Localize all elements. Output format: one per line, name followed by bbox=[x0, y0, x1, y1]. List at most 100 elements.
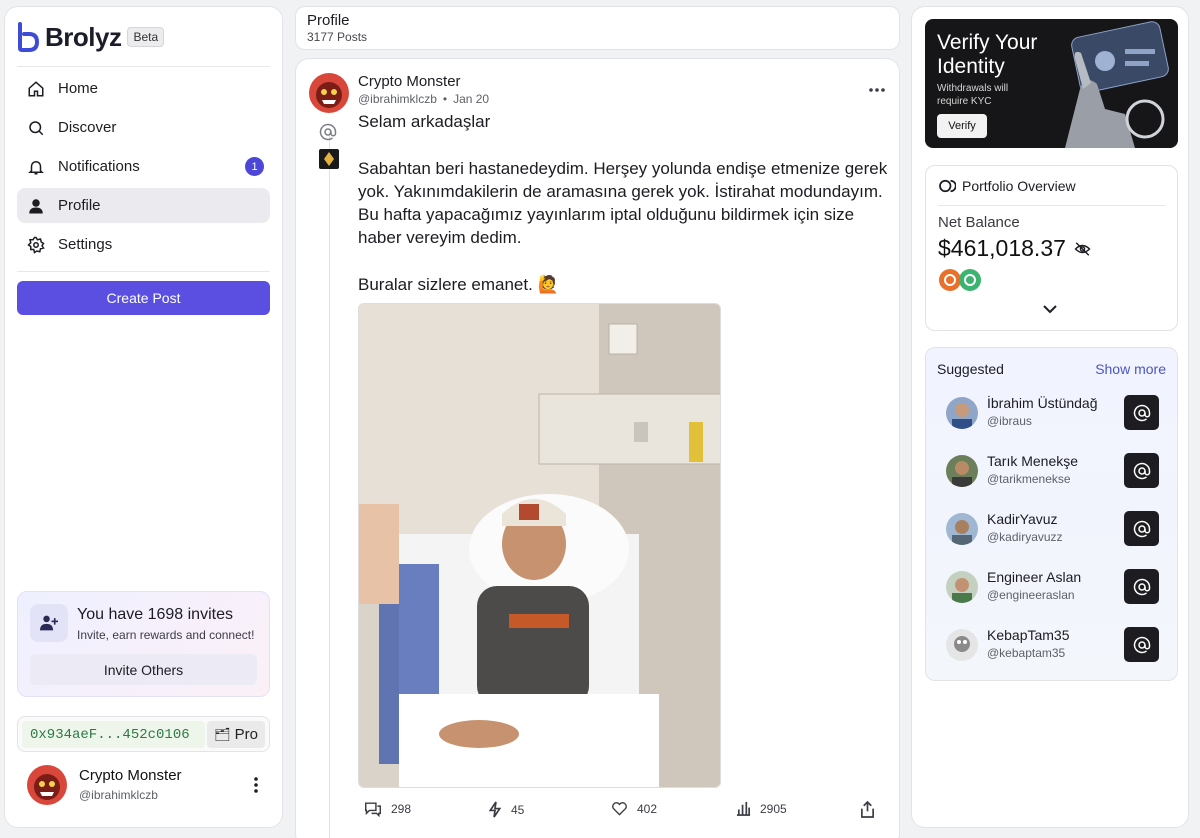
add-user-icon bbox=[30, 604, 68, 642]
suggested-panel: Suggested Show more İbrahim Üstündağ @ib… bbox=[925, 347, 1178, 681]
invite-card: You have 1698 invites Invite, earn rewar… bbox=[17, 591, 270, 697]
invite-subtitle: Invite, earn rewards and connect! bbox=[77, 628, 255, 642]
left-sidebar: Brolyz Beta Home Discover Notifications … bbox=[4, 6, 283, 828]
suggested-user-name: Tarık Menekşe bbox=[987, 453, 1079, 469]
suggested-user-handle: @tarikmenekse bbox=[987, 472, 1071, 486]
suggested-user-name: Engineer Aslan bbox=[987, 569, 1082, 585]
post-image[interactable] bbox=[358, 303, 721, 788]
brolyz-logo-icon bbox=[18, 22, 39, 52]
nav-item-discover[interactable]: Discover bbox=[17, 110, 270, 145]
main-nav: Home Discover Notifications 1 Profile Se… bbox=[17, 71, 270, 266]
more-vertical-icon[interactable] bbox=[246, 775, 266, 795]
balance-row: $461,018.37 bbox=[938, 235, 1091, 262]
right-sidebar: Verify Your Identity Withdrawals will re… bbox=[911, 6, 1189, 828]
nav-item-notifications[interactable]: Notifications 1 bbox=[17, 149, 270, 184]
follow-button[interactable] bbox=[1124, 395, 1159, 430]
follow-button[interactable] bbox=[1124, 569, 1159, 604]
nav-label: Settings bbox=[58, 236, 113, 253]
divider bbox=[17, 66, 270, 67]
avatar bbox=[946, 397, 978, 429]
chevron-down-icon[interactable] bbox=[1043, 301, 1057, 319]
lightning-icon bbox=[488, 801, 502, 818]
heart-icon bbox=[612, 802, 627, 816]
follow-icon bbox=[1133, 462, 1150, 479]
follow-button[interactable] bbox=[1124, 627, 1159, 662]
avatar bbox=[946, 629, 978, 661]
page-title: Profile bbox=[307, 12, 350, 29]
current-user-name: Crypto Monster bbox=[79, 767, 182, 784]
follow-icon bbox=[1133, 578, 1150, 595]
kyc-title: Verify Your Identity bbox=[937, 31, 1038, 78]
suggested-user[interactable]: KadirYavuz @kadiryavuzz bbox=[946, 510, 1168, 546]
avatar[interactable] bbox=[309, 73, 349, 113]
bar-chart-icon bbox=[736, 801, 751, 816]
portfolio-header: Portfolio Overview bbox=[938, 178, 1076, 194]
share-button[interactable] bbox=[860, 801, 884, 818]
gear-icon bbox=[26, 235, 46, 255]
views-button[interactable]: 2905 bbox=[736, 801, 787, 816]
post-text: Selam arkadaşlar Sabahtan beri hastanede… bbox=[358, 112, 888, 295]
wallet-address[interactable]: 0x934aeF...452c0106 bbox=[22, 721, 205, 748]
suggested-user[interactable]: Engineer Aslan @engineeraslan bbox=[946, 568, 1168, 604]
follow-icon bbox=[1133, 404, 1150, 421]
balance-value: $461,018.37 bbox=[938, 235, 1066, 261]
suggested-user-name: KebapTam35 bbox=[987, 627, 1070, 643]
invite-others-button[interactable]: Invite Others bbox=[30, 654, 257, 685]
nav-label: Home bbox=[58, 80, 99, 97]
meta-separator: • bbox=[442, 92, 448, 106]
comments-button[interactable]: 298 bbox=[364, 801, 411, 817]
wallet-row: 0x934aeF...452c0106 🗂 Pro bbox=[17, 716, 270, 752]
nav-label: Profile bbox=[58, 197, 101, 214]
show-more-link[interactable]: Show more bbox=[1095, 361, 1166, 377]
current-user-handle: @ibrahimklczb bbox=[79, 788, 158, 802]
current-user[interactable]: Crypto Monster @ibrahimklczb bbox=[27, 765, 270, 807]
search-icon bbox=[26, 118, 46, 138]
portfolio-card: Portfolio Overview Net Balance $461,018.… bbox=[925, 165, 1178, 331]
create-post-button[interactable]: Create Post bbox=[17, 281, 270, 315]
verify-identity-banner[interactable]: Verify Your Identity Withdrawals will re… bbox=[925, 19, 1178, 148]
follow-icon bbox=[1133, 520, 1150, 537]
post-count: 3177 Posts bbox=[307, 30, 368, 44]
avatar bbox=[27, 765, 67, 805]
like-button[interactable]: 402 bbox=[611, 801, 657, 816]
suggested-user[interactable]: Tarık Menekşe @tarikmenekse bbox=[946, 452, 1168, 488]
eye-off-icon[interactable] bbox=[1074, 241, 1091, 256]
pro-icon: 🗂 bbox=[214, 726, 231, 742]
follow-button[interactable] bbox=[1124, 511, 1159, 546]
avatar bbox=[946, 571, 978, 603]
token-badge-icon bbox=[319, 149, 339, 169]
balance-label: Net Balance bbox=[938, 214, 1020, 231]
nav-item-profile[interactable]: Profile bbox=[17, 188, 270, 223]
nav-label: Discover bbox=[58, 119, 117, 136]
brand-logo[interactable]: Brolyz Beta bbox=[17, 19, 165, 55]
verify-button[interactable]: Verify bbox=[937, 114, 987, 138]
brand-name: Brolyz bbox=[45, 21, 122, 52]
kyc-text: Withdrawals will require KYC bbox=[937, 83, 1009, 107]
nav-item-home[interactable]: Home bbox=[17, 71, 270, 106]
share-icon bbox=[861, 801, 874, 818]
thread-line bbox=[329, 131, 330, 838]
likes-count: 402 bbox=[637, 801, 658, 816]
bell-icon bbox=[26, 157, 46, 177]
more-horizontal-icon[interactable] bbox=[865, 81, 889, 99]
pro-button[interactable]: 🗂 Pro bbox=[207, 721, 265, 748]
divider bbox=[17, 271, 270, 272]
nav-item-settings[interactable]: Settings bbox=[17, 227, 270, 262]
suggested-user[interactable]: KebapTam35 @kebaptam35 bbox=[946, 626, 1168, 662]
suggested-user[interactable]: İbrahim Üstündağ @ibraus bbox=[946, 394, 1168, 430]
suggested-user-handle: @ibraus bbox=[987, 414, 1032, 428]
user-icon bbox=[26, 196, 46, 216]
suggested-user-handle: @kadiryavuzz bbox=[987, 530, 1063, 544]
post-handle[interactable]: @ibrahimklczb bbox=[358, 92, 437, 106]
invite-title: You have 1698 invites bbox=[77, 606, 233, 623]
follow-icon bbox=[1133, 636, 1150, 653]
suggested-user-handle: @engineeraslan bbox=[987, 588, 1075, 602]
token-list bbox=[938, 268, 982, 292]
post-card[interactable]: Crypto Monster @ibrahimklczb • Jan 20 Sela… bbox=[295, 58, 900, 838]
pro-label: Pro bbox=[234, 726, 258, 743]
follow-button[interactable] bbox=[1124, 453, 1159, 488]
token-icon-green[interactable] bbox=[958, 268, 982, 292]
post-author[interactable]: Crypto Monster bbox=[358, 73, 461, 90]
portfolio-title: Portfolio Overview bbox=[962, 178, 1076, 194]
zap-button[interactable]: 45 bbox=[488, 801, 524, 818]
